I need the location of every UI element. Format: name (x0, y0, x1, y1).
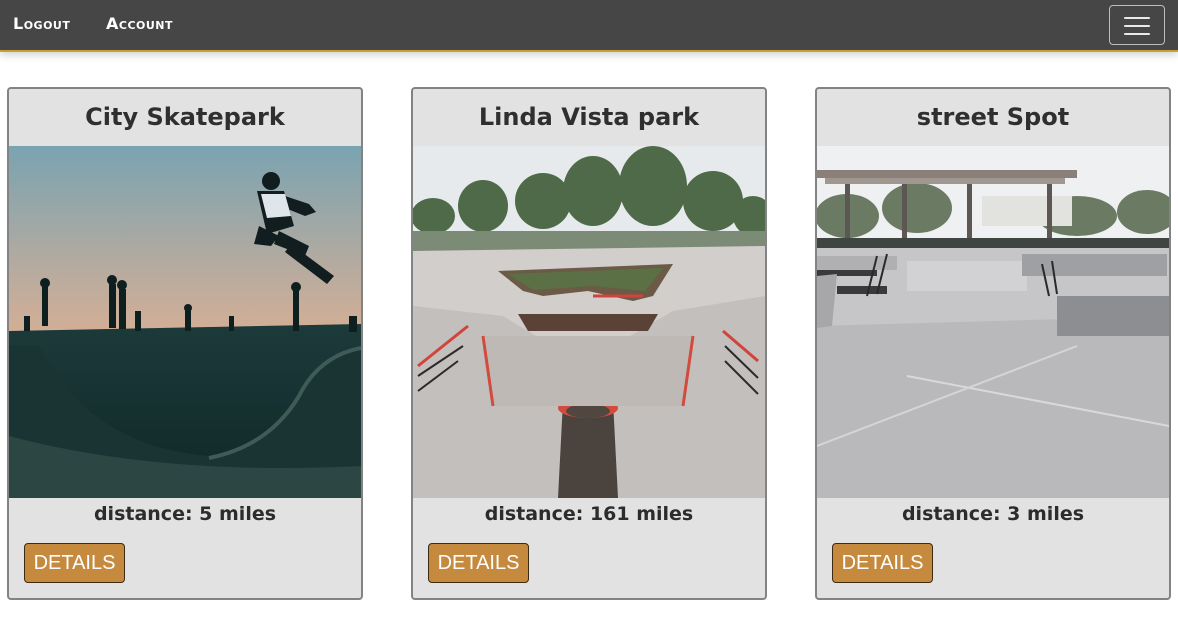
linda-vista-park-photo (413, 146, 765, 498)
street-spot-photo (817, 146, 1169, 498)
logout-link[interactable]: Logout (13, 14, 70, 33)
park-photo (9, 146, 361, 498)
park-distance: distance: 161 miles (484, 503, 694, 525)
navbar: Logout Account (0, 0, 1178, 52)
hamburger-menu-icon[interactable] (1109, 5, 1165, 45)
park-photo (413, 146, 765, 498)
details-button[interactable]: DETAILS (832, 543, 933, 583)
park-card: street Spot distance: 3 miles DETAILS (815, 87, 1171, 600)
skatepark-sunset-photo (9, 146, 361, 498)
park-distance: distance: 5 miles (93, 503, 277, 525)
details-button[interactable]: DETAILS (428, 543, 529, 583)
park-card: City Skatepark distance: 5 miles DETAILS (7, 87, 363, 600)
account-link[interactable]: Account (106, 14, 173, 33)
park-photo (817, 146, 1169, 498)
park-title: Linda Vista park (478, 103, 700, 131)
park-card: Linda Vista park distance: 161 miles DET… (411, 87, 767, 600)
park-title: City Skatepark (85, 103, 285, 131)
details-button[interactable]: DETAILS (24, 543, 125, 583)
park-distance: distance: 3 miles (901, 503, 1085, 525)
park-title: street Spot (916, 103, 1070, 131)
